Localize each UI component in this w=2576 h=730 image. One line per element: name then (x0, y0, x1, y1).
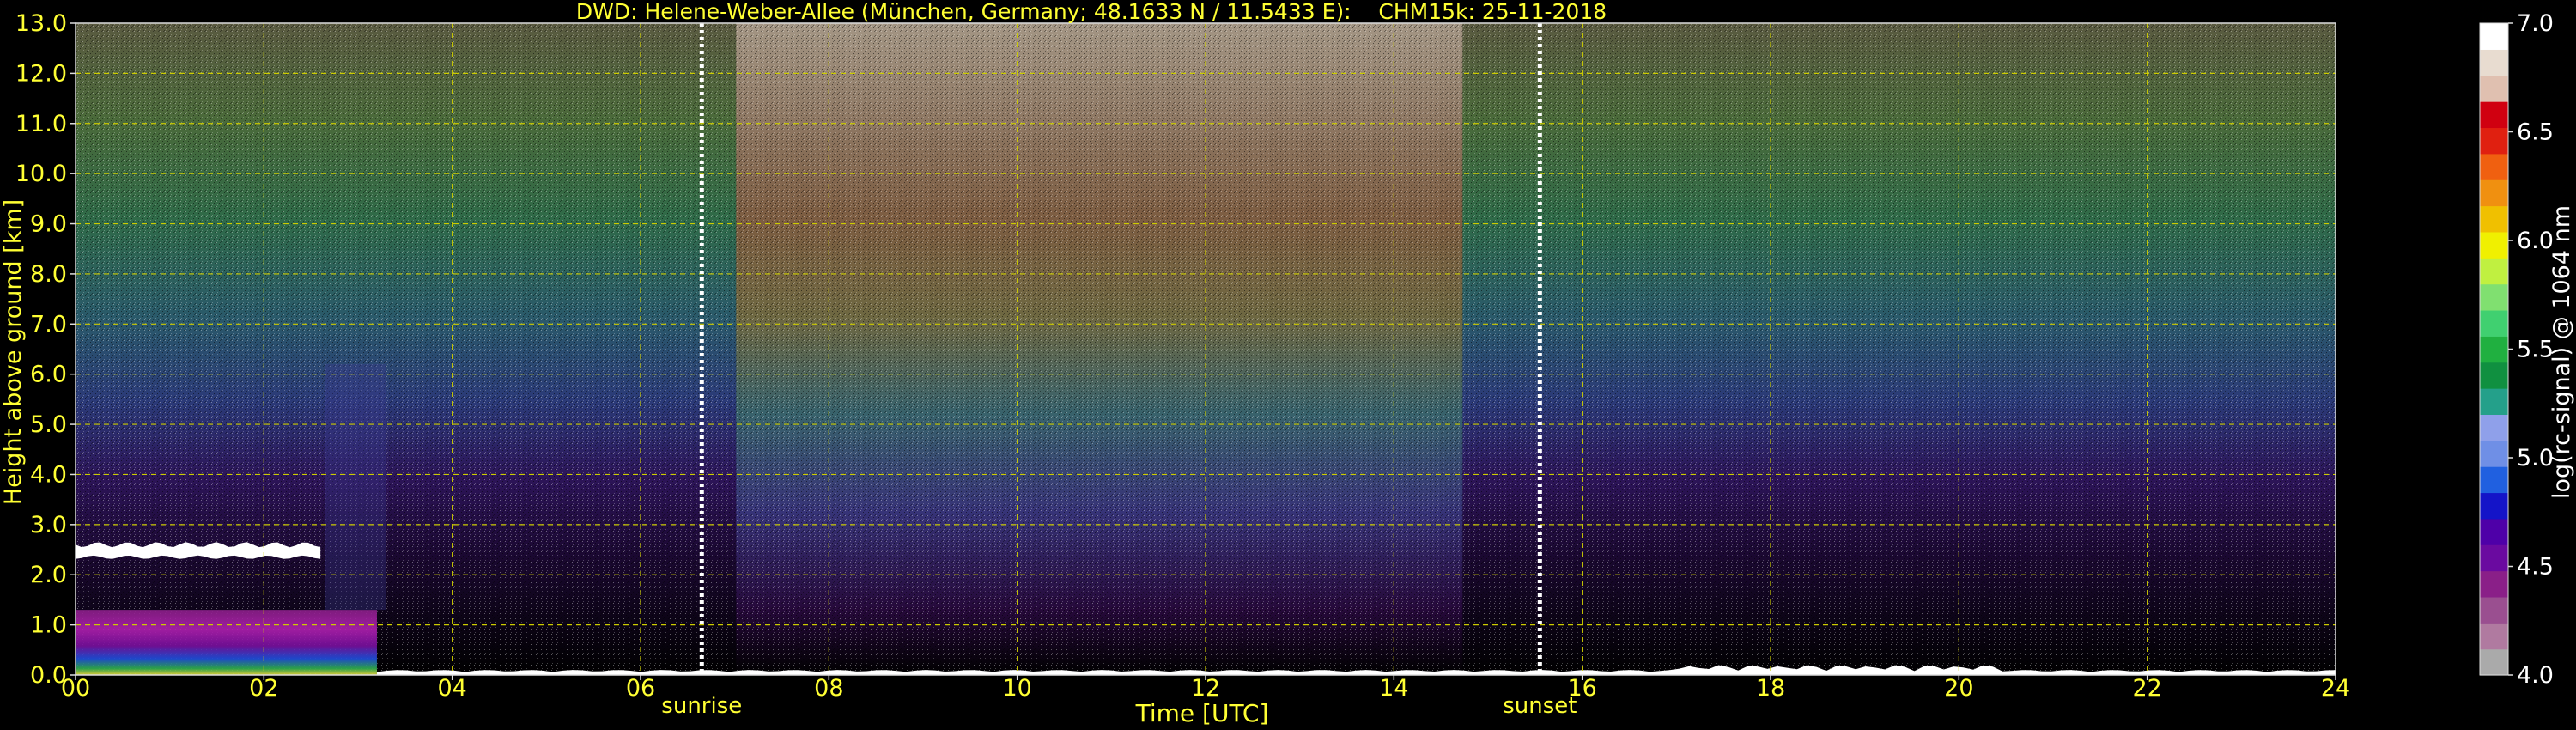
colorbar-segment (2480, 648, 2508, 676)
y-tick-label: 1.0 (30, 612, 67, 639)
y-tick-label: 11.0 (15, 111, 67, 137)
colorbar-segment (2480, 258, 2508, 285)
colorbar-segment (2480, 362, 2508, 389)
boundary-layer (76, 610, 377, 675)
colorbar-tick-label: 7.0 (2517, 10, 2554, 37)
x-tick-label: 14 (1379, 675, 1408, 702)
y-tick-label: 7.0 (30, 311, 67, 338)
colorbar-segment (2480, 101, 2508, 129)
colorbar-segment (2480, 127, 2508, 155)
colorbar-label: log(rc-signal) @ 1064 nm (2549, 205, 2575, 499)
colorbar: 4.04.55.05.56.06.57.0 (2479, 10, 2554, 689)
y-tick-label: 12.0 (15, 60, 67, 87)
y-axis-label: Height above ground [km] (0, 199, 27, 505)
colorbar-segment (2480, 205, 2508, 233)
colorbar-segment (2480, 283, 2508, 311)
x-tick-label: 08 (814, 675, 843, 702)
aerosol-column (325, 364, 386, 611)
colorbar-segment (2480, 336, 2508, 363)
colorbar-segment (2480, 49, 2508, 76)
colorbar-segment (2480, 153, 2508, 180)
x-tick-label: 16 (1567, 675, 1596, 702)
x-tick-label: 10 (1002, 675, 1031, 702)
colorbar-segment (2480, 388, 2508, 415)
colorbar-tick-label: 4.5 (2517, 554, 2554, 581)
x-tick-label: 20 (1944, 675, 1973, 702)
colorbar-segment (2480, 309, 2508, 337)
y-tick-label: 4.0 (30, 461, 67, 488)
colorbar-segment (2480, 179, 2508, 207)
y-tick-label: 3.0 (30, 512, 67, 538)
colorbar-segment (2480, 492, 2508, 520)
y-tick-label: 0.0 (30, 662, 67, 689)
colorbar-segment (2480, 570, 2508, 598)
y-tick-label: 8.0 (30, 261, 67, 288)
lidar-chart: sunrise sunset 00 02 04 06 08 10 12 14 16 18 20 22 24… (0, 0, 2575, 727)
x-tick-label: 22 (2132, 675, 2161, 702)
colorbar-segment (2480, 440, 2508, 467)
y-tick-label: 10.0 (15, 161, 67, 187)
sunset-label: sunset (1503, 693, 1577, 719)
colorbar-segment (2480, 623, 2508, 650)
x-tick-label: 06 (626, 675, 655, 702)
x-tick-label: 24 (2321, 675, 2350, 702)
y-tick-label: 5.0 (30, 411, 67, 438)
colorbar-segment (2480, 544, 2508, 572)
colorbar-segment (2480, 466, 2508, 494)
colorbar-segment (2480, 231, 2508, 259)
x-tick-label: 02 (249, 675, 278, 702)
colorbar-segment (2480, 596, 2508, 624)
x-axis-label: Time [UTC] (1135, 699, 1269, 727)
colorbar-segment (2480, 75, 2508, 102)
sunrise-label: sunrise (661, 693, 742, 719)
y-tick-label: 13.0 (15, 10, 67, 37)
x-tick-label: 04 (437, 675, 466, 702)
y-tick-label: 2.0 (30, 562, 67, 588)
colorbar-segment (2480, 414, 2508, 441)
colorbar-tick-label: 4.0 (2517, 662, 2554, 689)
colorbar-segment (2480, 518, 2508, 545)
colorbar-tick-label: 6.5 (2517, 119, 2554, 146)
colorbar-segment (2480, 23, 2508, 50)
x-tick-label: 18 (1756, 675, 1785, 702)
x-tick-label: 12 (1191, 675, 1220, 702)
y-tick-label: 6.0 (30, 362, 67, 388)
chart-title: DWD: Helene-Weber-Allee (München, German… (576, 0, 1607, 24)
y-tick-label: 9.0 (30, 211, 67, 238)
